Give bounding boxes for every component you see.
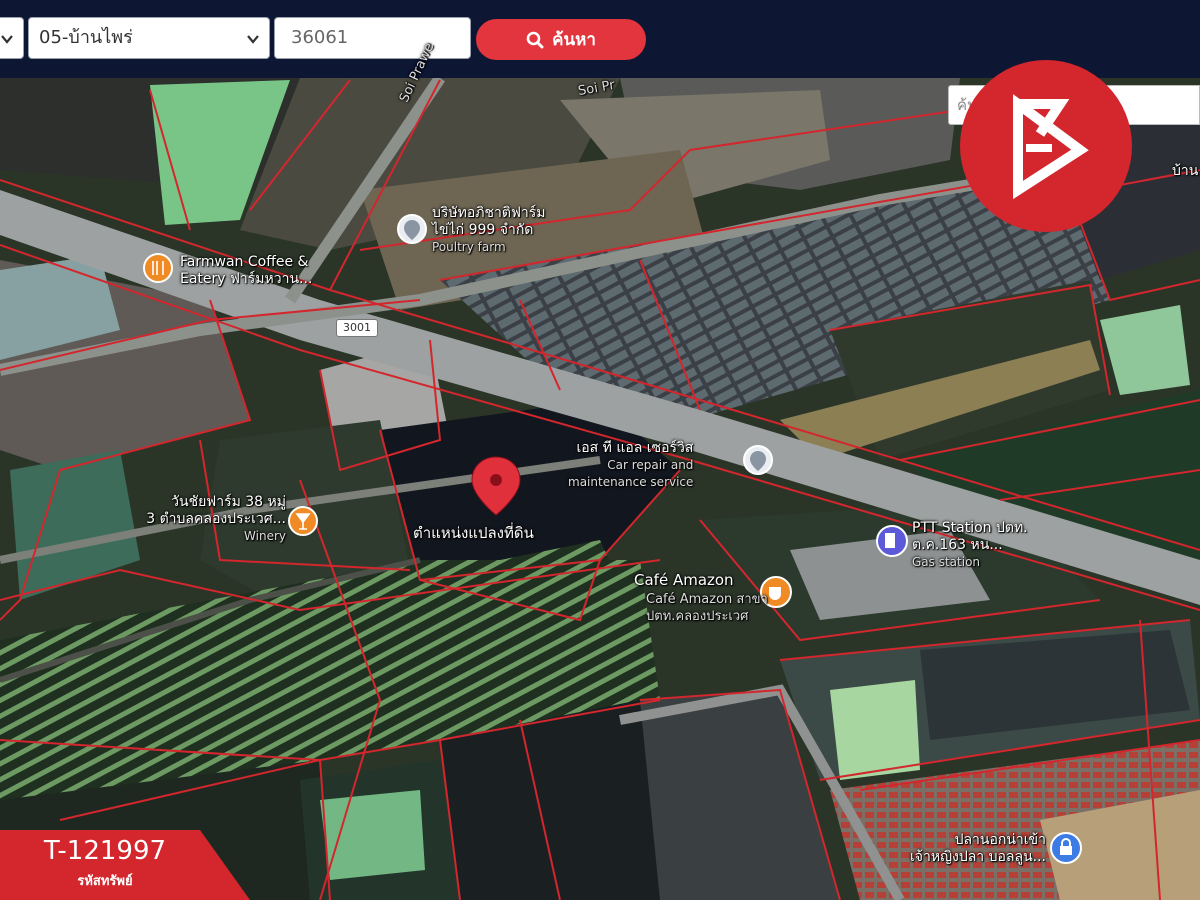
- route-shield: 3001: [336, 319, 378, 337]
- poi-label-line: Gas station: [912, 555, 981, 569]
- poi-label: Farmwan Coffee & Eatery ฟาร์มหวาน...: [180, 254, 312, 288]
- chevron-down-icon: [1, 35, 13, 44]
- place-icon[interactable]: [397, 214, 427, 244]
- poi-label-line: 3 ตำบลคลองประเวศ...: [146, 511, 286, 527]
- poi-label-line: Eatery ฟาร์มหวาน...: [180, 271, 313, 287]
- district-select-value: 05-บ้านไพร่: [39, 27, 133, 48]
- poi-label-line: Car repair and: [607, 458, 694, 472]
- poi-label: วันชัยฟาร์ม 38 หมู่ 3 ตำบลคลองประเวศ... …: [96, 494, 286, 545]
- poi-label: เอส ที แอล เซอร์วิส Car repair and maint…: [568, 440, 693, 491]
- parcel-number-input[interactable]: 36061: [274, 17, 471, 59]
- map-pond: [830, 680, 920, 780]
- poi-label: Café Amazon: [634, 571, 734, 589]
- search-button-label: ค้นหา: [552, 30, 596, 50]
- province-select[interactable]: [0, 17, 24, 59]
- poi-label-line: วันชัยฟาร์ม 38 หมู่: [171, 494, 286, 510]
- gas-station-icon[interactable]: [876, 525, 908, 557]
- poi-label-line: ปลานอกน่าเข้า: [954, 832, 1046, 848]
- poi-label-line: PTT Station ปตท.: [912, 520, 1028, 536]
- poi-label-line: ไข่ไก่ 999 จำกัด: [432, 222, 534, 238]
- property-code: T-121997: [43, 836, 167, 866]
- restaurant-icon[interactable]: [143, 253, 173, 283]
- district-select[interactable]: 05-บ้านไพร่: [28, 17, 270, 59]
- poi-label-line: Poultry farm: [432, 240, 506, 254]
- map-pond: [320, 790, 425, 880]
- parcel-number-value: 36061: [291, 27, 349, 48]
- poi-label: ปลานอกน่าเข้า เจ้าหญิงปลา บอลลูน...: [866, 832, 1046, 866]
- chevron-down-icon: [247, 35, 259, 44]
- poi-label-line: maintenance service: [568, 475, 694, 489]
- lock-place-icon[interactable]: [1050, 832, 1082, 864]
- brand-logo-icon: [960, 60, 1132, 232]
- poi-label-line: ปตท.คลองประเวศ: [646, 609, 749, 624]
- poi-label: บ้าน: [1172, 163, 1199, 179]
- poi-label-line: เจ้าหญิงปลา บอลลูน...: [910, 849, 1046, 865]
- property-code-label: รหัสทรัพย์: [77, 874, 133, 889]
- poi-label-line: ต.ค.163 หน...: [912, 537, 1003, 553]
- land-plot-label: ตำแหน่งแปลงที่ดิน: [413, 524, 534, 542]
- poi-label: PTT Station ปตท. ต.ค.163 หน... Gas stati…: [912, 520, 1028, 571]
- place-icon[interactable]: [743, 445, 773, 475]
- wine-icon[interactable]: [288, 506, 318, 536]
- poi-label: Café Amazon สาขา ปตท.คลองประเวศ: [646, 591, 768, 625]
- search-icon: [526, 31, 544, 48]
- poi-label-line: บริษัทอภิชาติฟาร์ม: [432, 205, 546, 221]
- poi-label: บริษัทอภิชาติฟาร์ม ไข่ไก่ 999 จำกัด Poul…: [432, 205, 545, 256]
- poi-label-line: Farmwan Coffee &: [180, 254, 309, 270]
- poi-label-line: Winery: [244, 529, 286, 543]
- search-button[interactable]: ค้นหา: [476, 19, 646, 60]
- poi-label-line: เอส ที แอล เซอร์วิส: [576, 440, 694, 456]
- poi-label-line: Café Amazon สาขา: [646, 592, 768, 607]
